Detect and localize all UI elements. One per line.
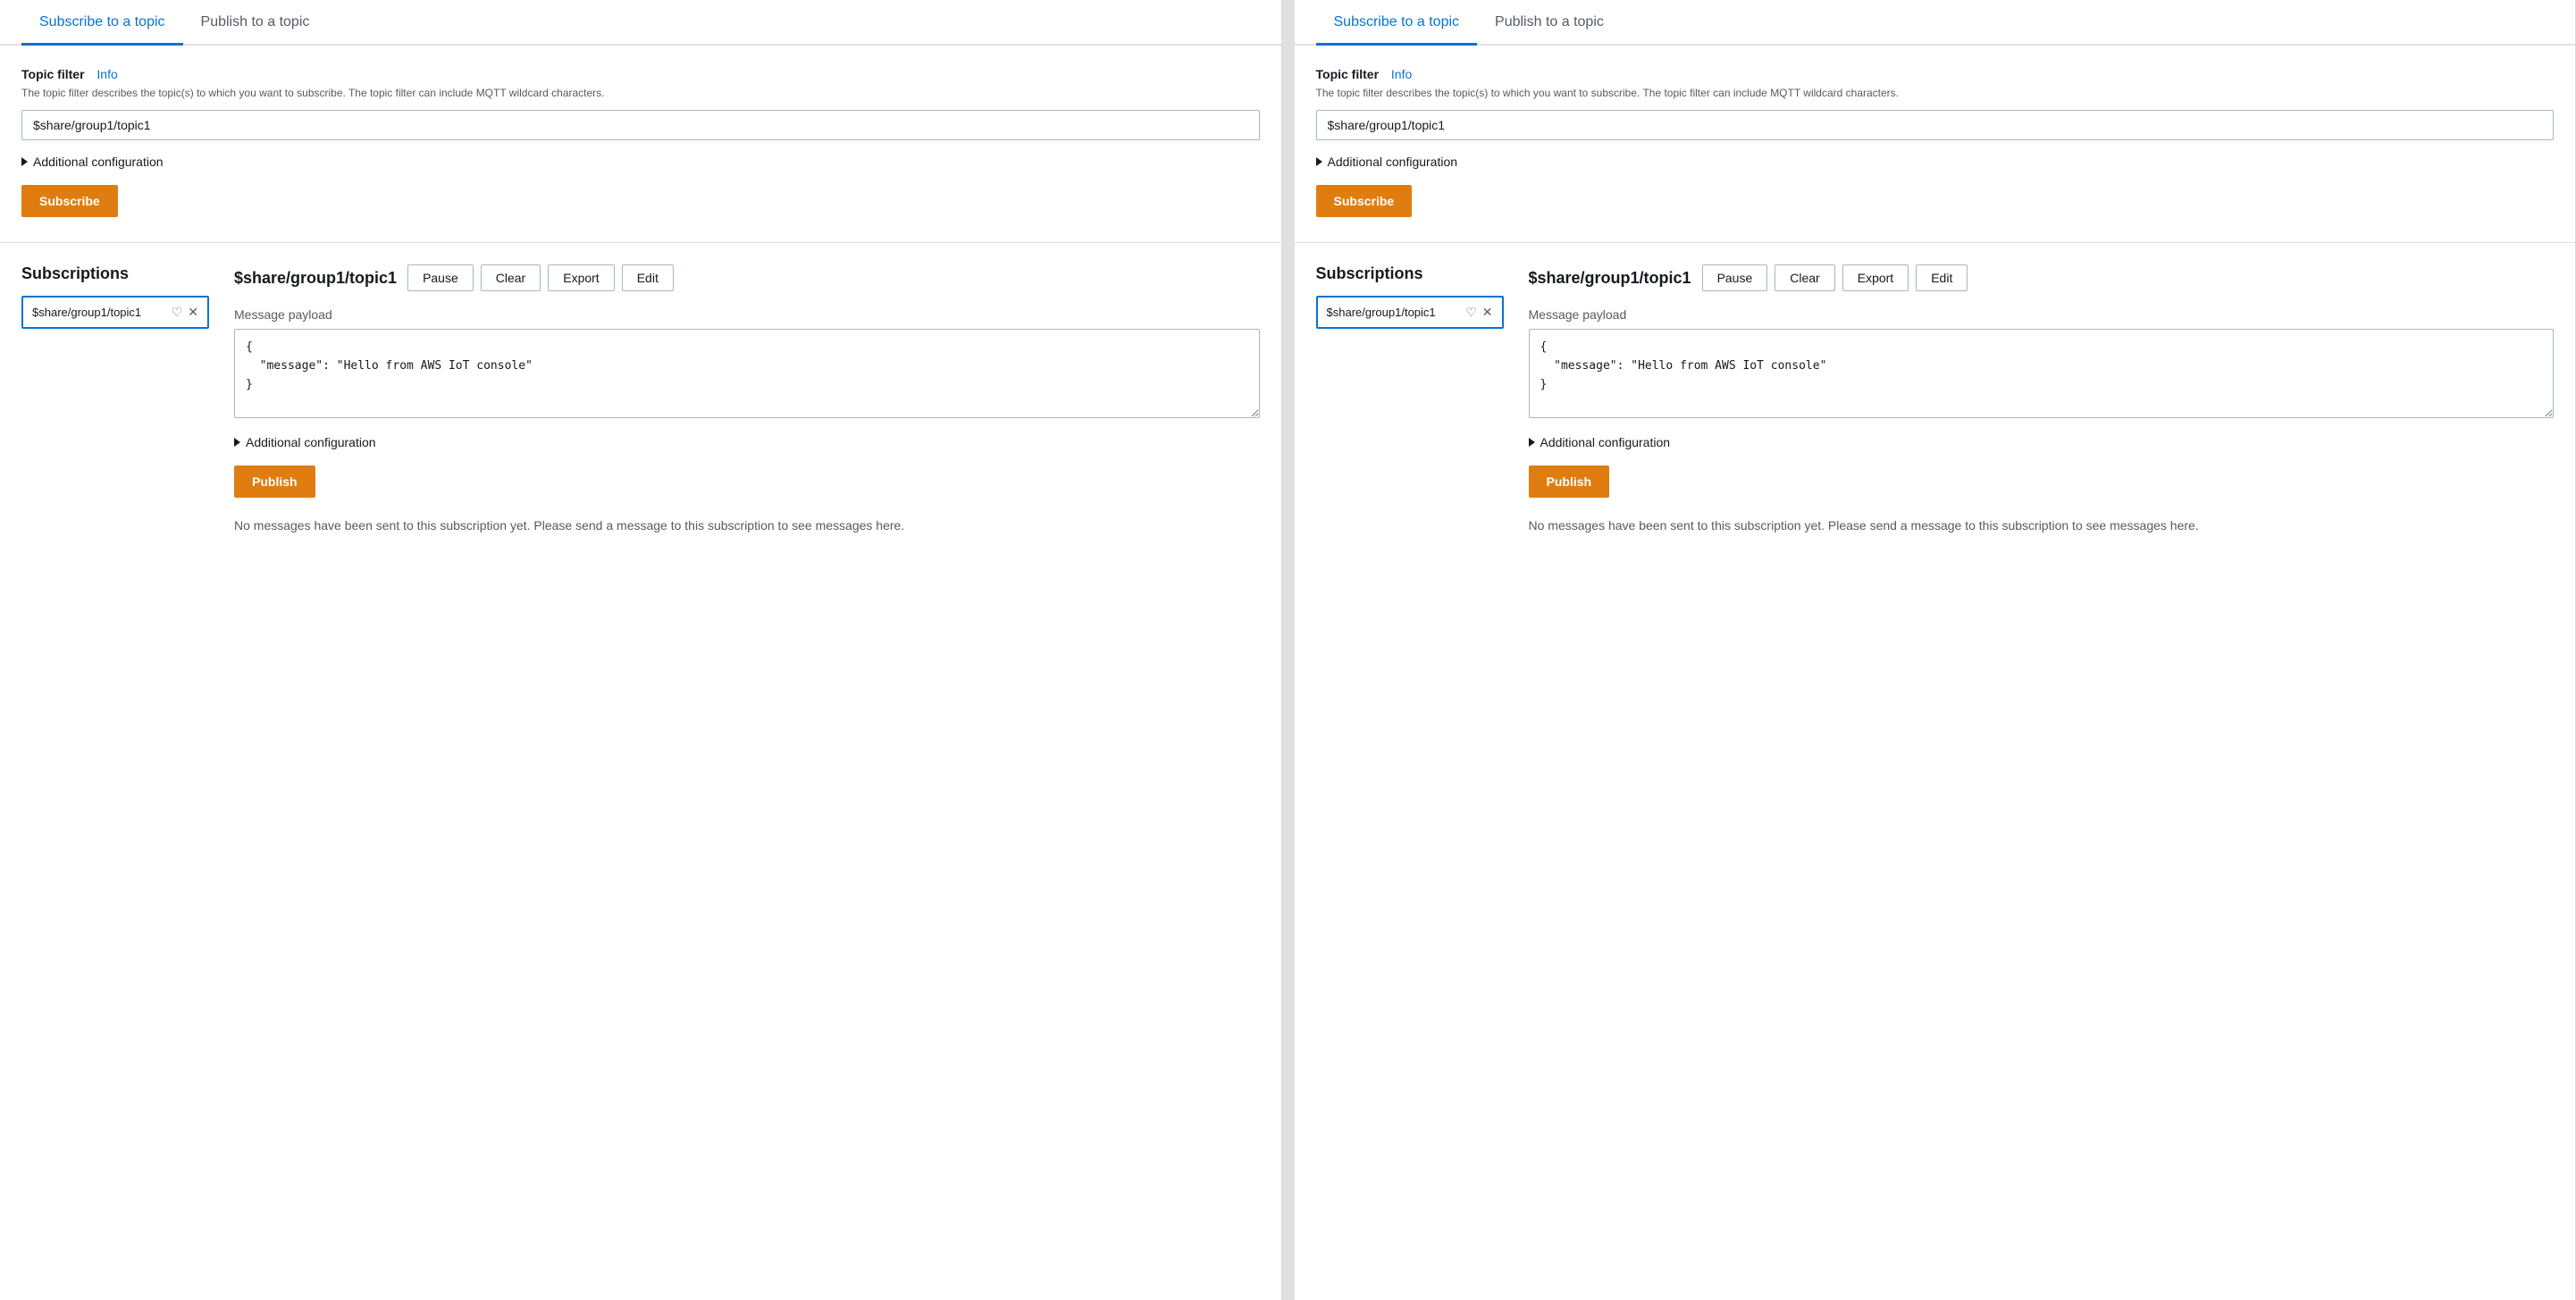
remove-icon-left[interactable]: ✕: [188, 305, 198, 320]
payload-textarea-right[interactable]: { "message": "Hello from AWS IoT console…: [1529, 329, 2555, 418]
additional-config-toggle2-right[interactable]: Additional configuration: [1529, 435, 2555, 449]
subscription-item-text-left: $share/group1/topic1: [32, 306, 166, 319]
additional-config-toggle2-left[interactable]: Additional configuration: [234, 435, 1260, 449]
tab-publish-right[interactable]: Publish to a topic: [1477, 0, 1622, 46]
clear-button-right[interactable]: Clear: [1775, 264, 1834, 291]
subscriptions-sidebar-left: Subscriptions $share/group1/topic1 ♡ ✕: [21, 264, 209, 1279]
remove-icon-right[interactable]: ✕: [1482, 305, 1493, 320]
subscription-icons-left: ♡ ✕: [172, 305, 198, 320]
tab-subscribe-right[interactable]: Subscribe to a topic: [1316, 0, 1478, 46]
topic-filter-input-right[interactable]: [1316, 110, 2555, 140]
subscription-item-right[interactable]: $share/group1/topic1 ♡ ✕: [1316, 296, 1504, 329]
edit-button-right[interactable]: Edit: [1916, 264, 1968, 291]
info-link-left[interactable]: Info: [96, 67, 117, 81]
edit-button-left[interactable]: Edit: [622, 264, 674, 291]
clear-button-left[interactable]: Clear: [481, 264, 541, 291]
field-description-right: The topic filter describes the topic(s) …: [1316, 85, 2555, 101]
subscribe-button-right[interactable]: Subscribe: [1316, 185, 1413, 217]
topic-title-left: $share/group1/topic1: [234, 269, 397, 288]
pause-button-right[interactable]: Pause: [1702, 264, 1768, 291]
message-payload-label-right: Message payload: [1529, 307, 2555, 322]
tab-publish-left[interactable]: Publish to a topic: [183, 0, 328, 46]
subscription-icons-right: ♡ ✕: [1465, 305, 1492, 320]
right-tabs: Subscribe to a topic Publish to a topic: [1295, 0, 2576, 46]
additional-config-label2-right: Additional configuration: [1540, 435, 1671, 449]
no-messages-left: No messages have been sent to this subsc…: [234, 516, 1260, 535]
export-button-left[interactable]: Export: [548, 264, 614, 291]
left-panel: Subscribe to a topic Publish to a topic …: [0, 0, 1282, 1300]
additional-config-toggle-right[interactable]: Additional configuration: [1316, 155, 2555, 169]
topic-panel-right: $share/group1/topic1 Pause Clear Export …: [1504, 264, 2555, 1279]
payload-textarea-left[interactable]: { "message": "Hello from AWS IoT console…: [234, 329, 1260, 418]
additional-config-toggle-left[interactable]: Additional configuration: [21, 155, 1260, 169]
tab-subscribe-left[interactable]: Subscribe to a topic: [21, 0, 183, 46]
topic-filter-label-left: Topic filter: [21, 67, 85, 81]
left-tabs: Subscribe to a topic Publish to a topic: [0, 0, 1281, 46]
message-payload-label-left: Message payload: [234, 307, 1260, 322]
export-button-right[interactable]: Export: [1842, 264, 1909, 291]
topic-header-left: $share/group1/topic1 Pause Clear Export …: [234, 264, 1260, 291]
subscription-item-left[interactable]: $share/group1/topic1 ♡ ✕: [21, 296, 209, 329]
expand-icon-right: [1316, 157, 1322, 166]
no-messages-right: No messages have been sent to this subsc…: [1529, 516, 2555, 535]
topic-title-right: $share/group1/topic1: [1529, 269, 1691, 288]
additional-config-label2-left: Additional configuration: [246, 435, 376, 449]
subscribe-button-left[interactable]: Subscribe: [21, 185, 118, 217]
subscribe-section-right: Topic filter Info The topic filter descr…: [1295, 46, 2576, 243]
publish-button-left[interactable]: Publish: [234, 465, 315, 498]
pause-button-left[interactable]: Pause: [407, 264, 474, 291]
subscriptions-section-left: Subscriptions $share/group1/topic1 ♡ ✕ $…: [0, 243, 1281, 1300]
field-description-left: The topic filter describes the topic(s) …: [21, 85, 1260, 101]
subscriptions-title-left: Subscriptions: [21, 264, 209, 283]
subscription-item-text-right: $share/group1/topic1: [1327, 306, 1461, 319]
topic-header-right: $share/group1/topic1 Pause Clear Export …: [1529, 264, 2555, 291]
expand-icon-left: [21, 157, 28, 166]
right-panel: Subscribe to a topic Publish to a topic …: [1295, 0, 2576, 1300]
topic-filter-label-right: Topic filter: [1316, 67, 1380, 81]
topic-panel-left: $share/group1/topic1 Pause Clear Export …: [209, 264, 1260, 1279]
panel-divider: [1282, 0, 1295, 1300]
topic-filter-input-left[interactable]: [21, 110, 1260, 140]
subscriptions-sidebar-right: Subscriptions $share/group1/topic1 ♡ ✕: [1316, 264, 1504, 1279]
subscribe-section-left: Topic filter Info The topic filter descr…: [0, 46, 1281, 243]
favorite-icon-left[interactable]: ♡: [172, 305, 183, 320]
publish-button-right[interactable]: Publish: [1529, 465, 1610, 498]
subscriptions-title-right: Subscriptions: [1316, 264, 1504, 283]
additional-config-label-right: Additional configuration: [1328, 155, 1458, 169]
favorite-icon-right[interactable]: ♡: [1465, 305, 1477, 320]
subscriptions-section-right: Subscriptions $share/group1/topic1 ♡ ✕ $…: [1295, 243, 2576, 1300]
topic-actions-left: Pause Clear Export Edit: [407, 264, 674, 291]
topic-actions-right: Pause Clear Export Edit: [1702, 264, 1968, 291]
field-label-row-right: Topic filter Info: [1316, 67, 2555, 81]
info-link-right[interactable]: Info: [1391, 67, 1412, 81]
expand-icon2-right: [1529, 438, 1535, 447]
expand-icon2-left: [234, 438, 240, 447]
field-label-row-left: Topic filter Info: [21, 67, 1260, 81]
additional-config-label-left: Additional configuration: [33, 155, 164, 169]
